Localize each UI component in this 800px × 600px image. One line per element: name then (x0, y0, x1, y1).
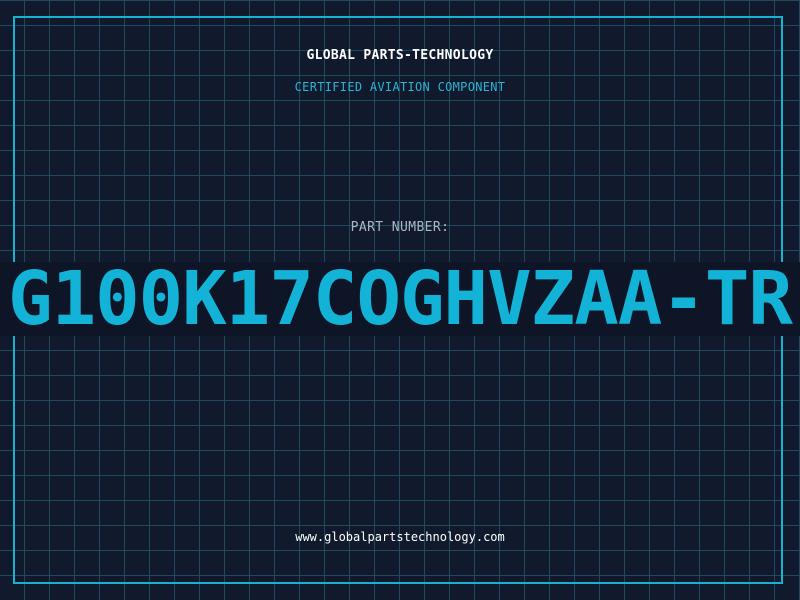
website-url: www.globalpartstechnology.com (295, 530, 505, 544)
certification-subtitle: CERTIFIED AVIATION COMPONENT (294, 80, 506, 94)
company-name: GLOBAL PARTS-TECHNOLOGY (306, 48, 494, 63)
part-number-band: G100K17COGHVZAA-TR (0, 262, 800, 336)
part-number-label: PART NUMBER: (350, 220, 450, 235)
part-number-value: G100K17COGHVZAA-TR (8, 262, 793, 336)
